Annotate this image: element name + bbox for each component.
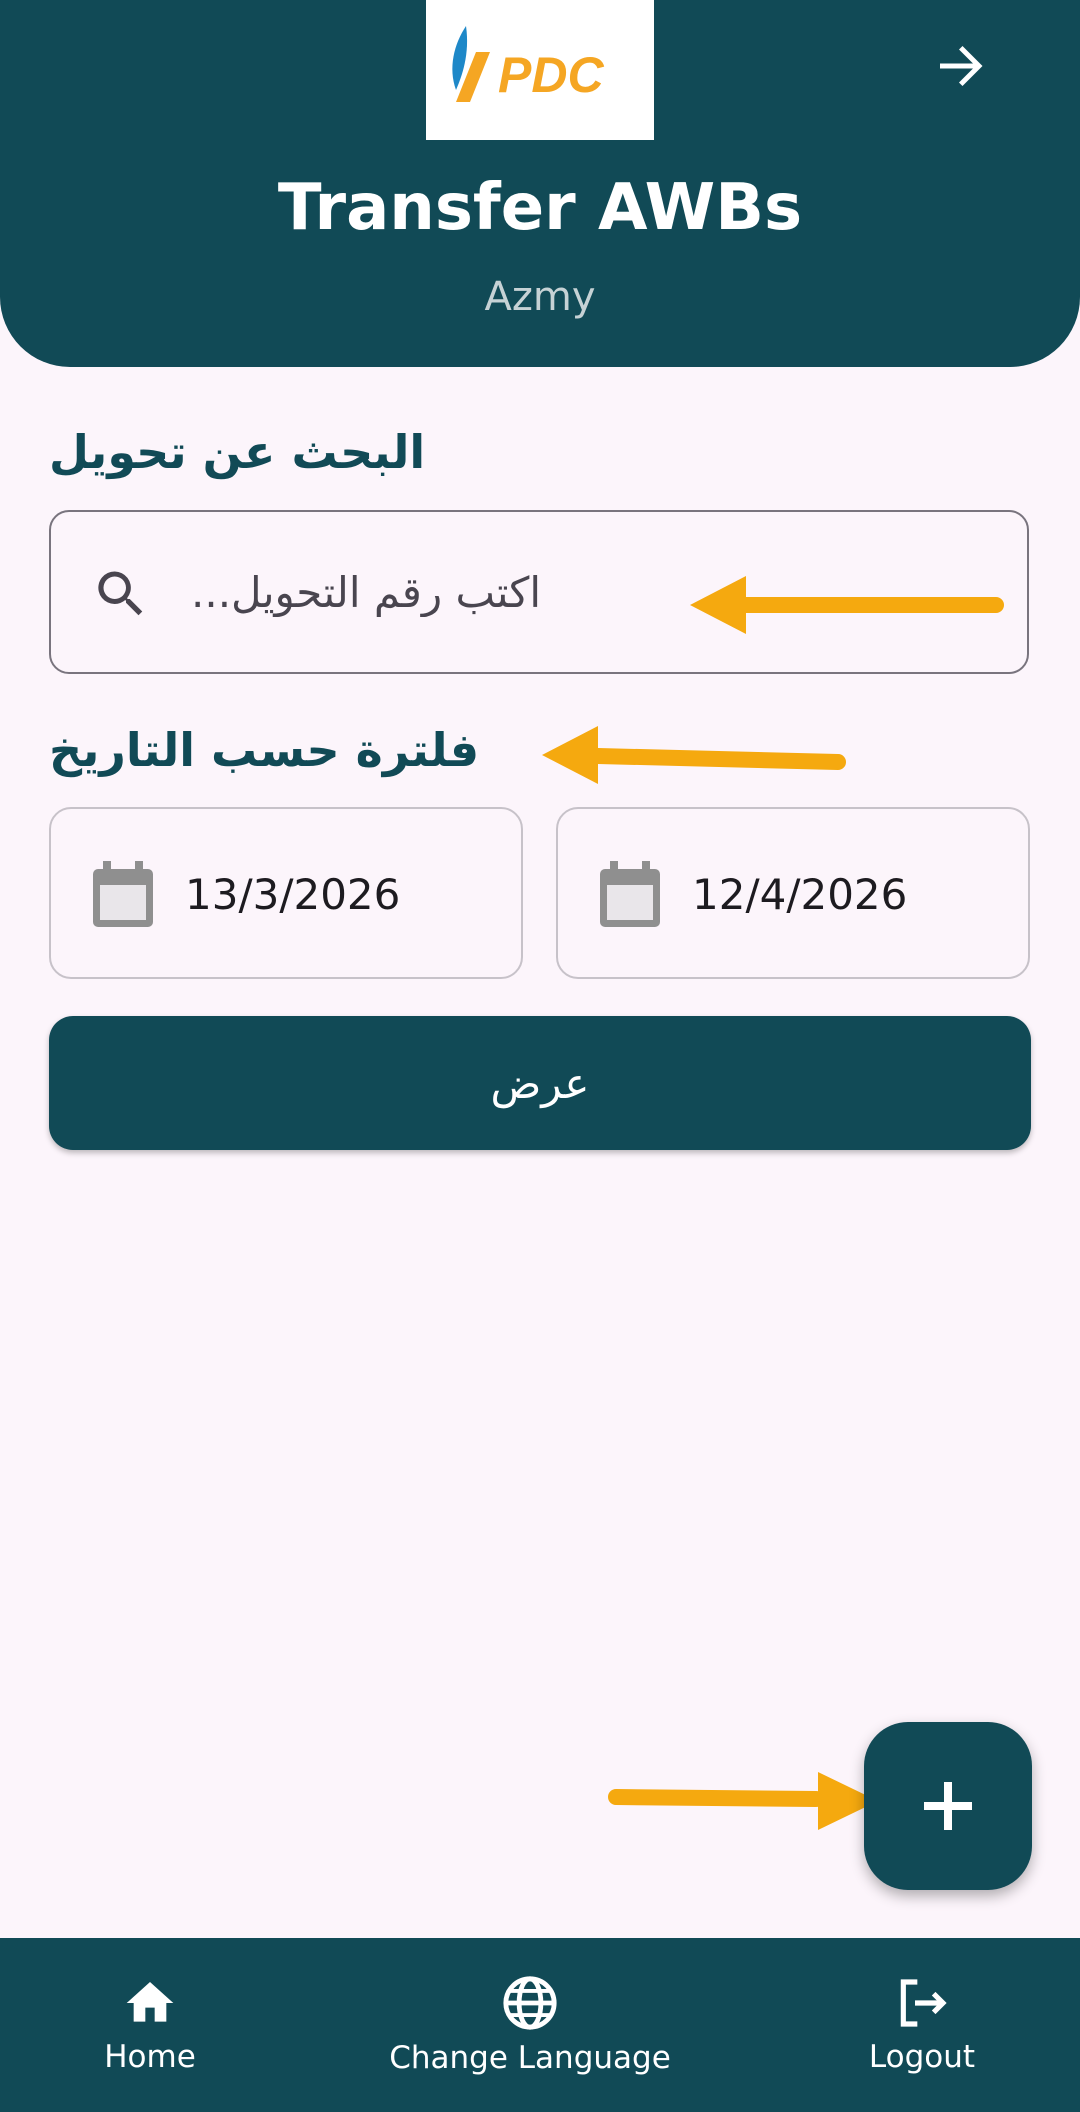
nav-item-logout[interactable]: Logout xyxy=(852,1938,992,2112)
page-title: Transfer AWBs xyxy=(277,171,803,245)
nav-label: Logout xyxy=(868,2039,976,2075)
search-input[interactable] xyxy=(191,552,731,632)
to-date-value: 12/4/2026 xyxy=(692,870,908,919)
plus-icon xyxy=(924,1782,972,1830)
calendar-icon xyxy=(600,861,660,927)
user-name: Azmy xyxy=(484,274,596,320)
home-icon xyxy=(126,1982,174,2022)
annotation-arrow-search xyxy=(690,576,1004,634)
globe-icon xyxy=(503,1976,557,2030)
nav-item-home[interactable]: Home xyxy=(70,1938,230,2112)
back-button[interactable] xyxy=(924,30,996,102)
search-label: البحث عن تحويل xyxy=(49,425,426,479)
nav-label: Change Language xyxy=(389,2040,671,2076)
add-transfer-button[interactable] xyxy=(864,1722,1032,1890)
to-date-field[interactable]: 12/4/2026 xyxy=(556,807,1030,979)
logout-icon xyxy=(900,1979,947,2027)
annotation-arrow-filter xyxy=(542,726,846,784)
annotation-arrow-fab xyxy=(608,1772,878,1830)
nav-label: Home xyxy=(104,2039,196,2075)
arrow-right-icon xyxy=(940,46,983,86)
from-date-field[interactable]: 13/3/2026 xyxy=(49,807,523,979)
nav-item-change-language[interactable]: Change Language xyxy=(380,1938,680,2112)
bottom-navigation: Home Change Language Logout xyxy=(0,1938,1080,2112)
search-icon xyxy=(98,571,143,616)
show-button[interactable]: عرض xyxy=(49,1016,1031,1150)
pdc-logo: PDC xyxy=(426,0,654,140)
calendar-icon xyxy=(93,861,153,927)
from-date-value: 13/3/2026 xyxy=(185,870,401,919)
logo-text: PDC xyxy=(498,47,604,103)
app-header: PDC Transfer AWBs Azmy xyxy=(0,0,1080,367)
